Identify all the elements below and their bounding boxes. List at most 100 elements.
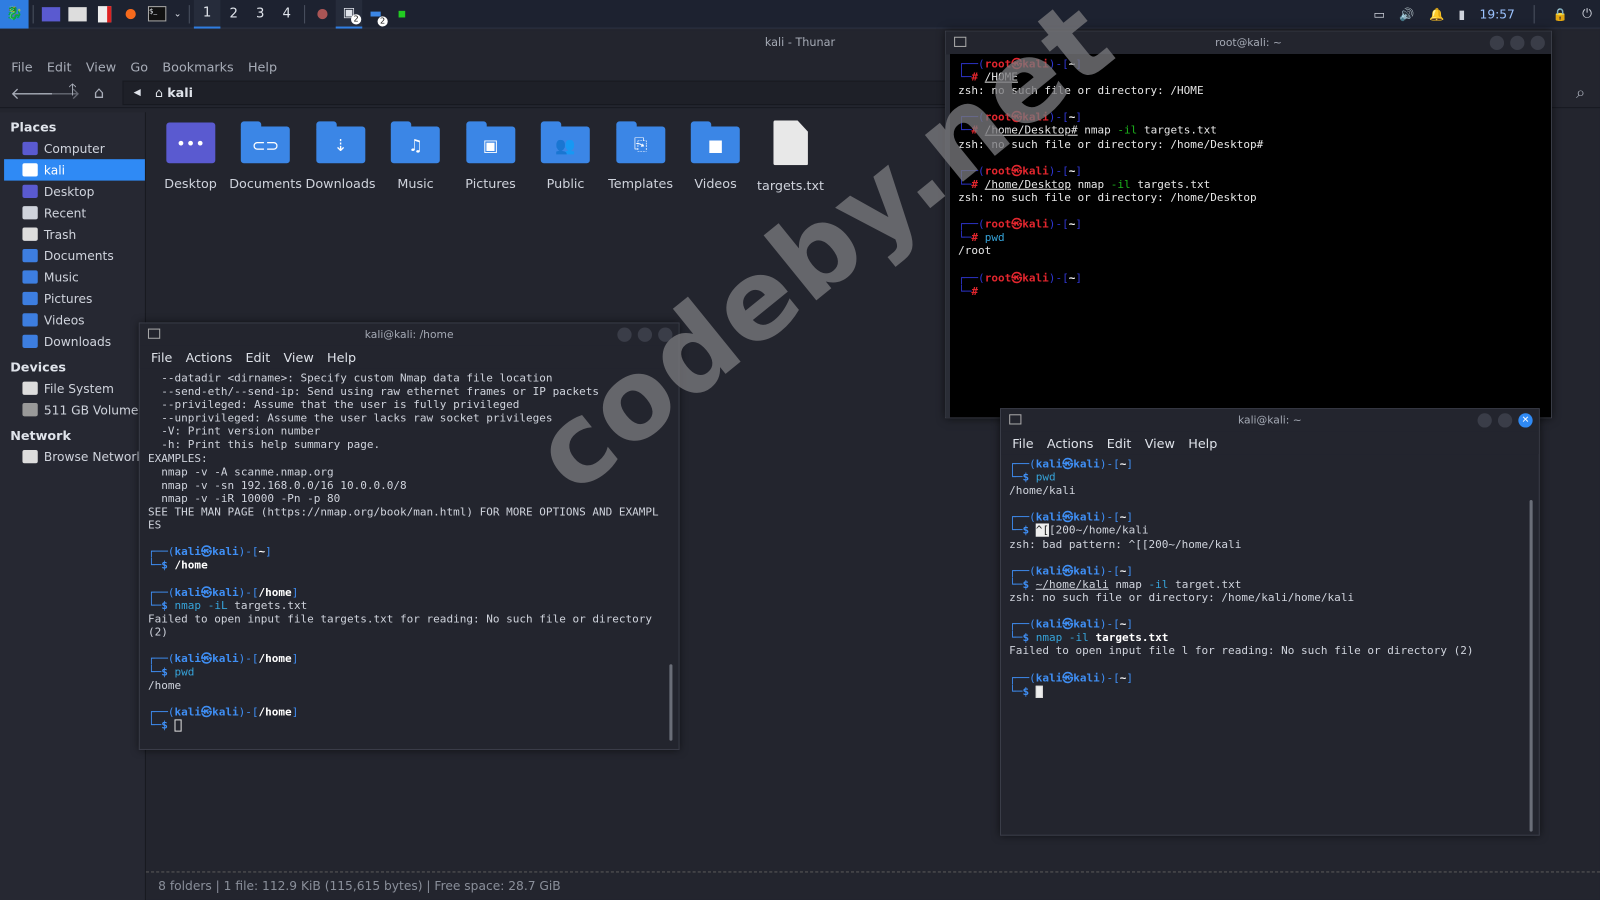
sidebar-item-desktop[interactable]: Desktop xyxy=(4,181,145,202)
menu-help[interactable]: Help xyxy=(1188,435,1217,450)
back-icon[interactable]: 🡐 xyxy=(10,82,54,102)
scrollbar[interactable] xyxy=(1529,499,1533,832)
sidebar-item-documents[interactable]: Documents xyxy=(4,245,145,266)
prompt-bracket: ┌──( xyxy=(1009,510,1036,524)
prompt-user: kali xyxy=(174,585,202,599)
menu-file[interactable]: File xyxy=(1012,435,1033,450)
terminal-task-icon[interactable]: ▣ 2 xyxy=(335,0,363,29)
prompt-host: kali xyxy=(212,585,239,599)
firefox-icon[interactable]: ● xyxy=(117,0,144,28)
menu-view[interactable]: View xyxy=(86,59,116,74)
close-button[interactable]: ✕ xyxy=(1518,413,1533,428)
command-line: └─$ pwd xyxy=(1009,471,1530,484)
file-item-videos[interactable]: ■ Videos xyxy=(678,120,753,192)
menu-file[interactable]: File xyxy=(11,59,32,74)
power-icon[interactable]: ⏻ xyxy=(1582,6,1592,21)
prompt-dir: ~ xyxy=(1119,510,1127,524)
sidebar-item-511-gb-volume[interactable]: 511 GB Volume xyxy=(4,399,145,420)
file-name: Desktop xyxy=(164,175,217,191)
sidebar-item-label: File System xyxy=(43,381,114,396)
text-editor-icon[interactable] xyxy=(91,0,118,28)
output-line: nmap -v -sn 192.168.0.0/16 10.0.0.0/8 xyxy=(147,478,407,492)
terminal-output[interactable]: ┌──(kali㉿kali)-[~] └─$ pwd/home/kali ┌──(k… xyxy=(1001,454,1539,835)
minimize-button[interactable] xyxy=(617,327,632,342)
menu-edit[interactable]: Edit xyxy=(47,59,72,74)
close-button[interactable] xyxy=(658,327,673,342)
sidebar-item-kali[interactable]: kali xyxy=(4,159,145,181)
workspace-4[interactable]: 4 xyxy=(273,0,300,28)
prompt-symbol: └─$ xyxy=(147,598,168,612)
sidebar-item-browse-network[interactable]: Browse Network xyxy=(4,446,145,467)
root-terminal-task-icon[interactable]: ▪ xyxy=(389,0,416,28)
command-line: └─# pwd xyxy=(958,231,1543,244)
prompt-bracket: )-[ xyxy=(1048,57,1069,71)
notification-bell-icon[interactable]: 🔔 xyxy=(1429,7,1444,21)
kali-menu-icon[interactable]: 🐉 xyxy=(0,0,29,29)
prompt-host: kali xyxy=(1022,110,1049,124)
prompt-symbol: └─# xyxy=(958,230,979,245)
menu-help[interactable]: Help xyxy=(327,349,356,364)
sidebar-item-music[interactable]: Music xyxy=(4,266,145,287)
file-item-music[interactable]: ♫ Music xyxy=(378,120,453,192)
firefox-task-icon[interactable]: ● xyxy=(309,0,336,28)
file-item-pictures[interactable]: ▣ Pictures xyxy=(453,120,528,192)
command-text: -il xyxy=(1148,577,1169,591)
file-item-desktop[interactable]: ••• Desktop xyxy=(153,120,228,192)
menu-edit[interactable]: Edit xyxy=(246,349,271,364)
battery-icon[interactable]: ▮ xyxy=(1459,7,1466,21)
sidebar-item-file-system[interactable]: File System xyxy=(4,378,145,399)
maximize-button[interactable] xyxy=(1510,35,1525,50)
maximize-button[interactable] xyxy=(637,327,653,342)
file-item-documents[interactable]: ⊂⊃ Documents xyxy=(228,120,303,192)
menu-actions[interactable]: Actions xyxy=(186,349,233,364)
sidebar-item-trash[interactable]: Trash xyxy=(4,223,145,244)
menu-actions[interactable]: Actions xyxy=(1047,435,1094,450)
minimize-button[interactable] xyxy=(1477,413,1492,428)
workspace-3[interactable]: 3 xyxy=(247,0,274,28)
forward-icon[interactable]: 🡒 xyxy=(37,82,81,102)
menu-bookmarks[interactable]: Bookmarks xyxy=(162,59,233,74)
file-item-public[interactable]: 👥 Public xyxy=(528,120,603,192)
home-icon[interactable]: ⌂ xyxy=(90,83,108,102)
display-icon[interactable]: ▭ xyxy=(1374,7,1386,21)
thunar-task-icon[interactable]: ▬ 2 xyxy=(362,0,389,28)
output-line: zsh: no such file or directory: /home/ka… xyxy=(1009,590,1355,605)
sidebar-item-pictures[interactable]: Pictures xyxy=(4,288,145,309)
menu-help[interactable]: Help xyxy=(248,59,277,74)
workspace-2[interactable]: 2 xyxy=(220,0,247,28)
lock-icon[interactable]: 🔒 xyxy=(1553,7,1568,21)
terminal-output[interactable]: --datadir <dirname>: Specify custom Nmap… xyxy=(140,368,679,749)
maximize-button[interactable] xyxy=(1497,413,1513,428)
sidebar-item-downloads[interactable]: Downloads xyxy=(4,331,145,352)
file-item-downloads[interactable]: ⇣ Downloads xyxy=(303,120,378,192)
menu-edit[interactable]: Edit xyxy=(1107,435,1132,450)
file-item-targets-txt[interactable]: targets.txt xyxy=(753,120,828,193)
file-manager-icon[interactable] xyxy=(64,0,91,28)
sidebar-item-label: Browse Network xyxy=(43,449,144,464)
menu-view[interactable]: View xyxy=(1145,435,1175,450)
kali-icon xyxy=(22,163,38,177)
menu-go[interactable]: Go xyxy=(130,59,148,74)
location-kali[interactable]: kali xyxy=(167,85,193,100)
show-desktop-icon[interactable] xyxy=(38,0,65,28)
terminal-output[interactable]: ┌──(root㉿kali)-[~] └─# /HOME zsh: no such … xyxy=(945,54,1552,418)
close-button[interactable] xyxy=(1530,35,1545,50)
menu-file[interactable]: File xyxy=(151,349,172,364)
scrollbar[interactable] xyxy=(669,664,673,741)
sidebar-item-computer[interactable]: Computer xyxy=(4,138,145,159)
chevron-down-icon[interactable]: ⌄ xyxy=(170,0,184,28)
prompt-bracket: ] xyxy=(291,705,299,719)
file-item-templates[interactable]: ⎘ Templates xyxy=(603,120,678,192)
workspace-1[interactable]: 1 xyxy=(193,0,221,29)
sidebar-item-videos[interactable]: Videos xyxy=(4,309,145,330)
clock[interactable]: 19:57 xyxy=(1480,7,1515,21)
chevron-left-icon[interactable]: ◀ xyxy=(123,87,150,97)
menu-view[interactable]: View xyxy=(283,349,313,364)
search-icon[interactable]: ⌕ xyxy=(1571,82,1589,102)
sidebar-item-recent[interactable]: Recent xyxy=(4,202,145,223)
terminal-icon[interactable]: $_ xyxy=(144,0,171,28)
prompt-bracket: ] xyxy=(291,652,299,666)
minimize-button[interactable] xyxy=(1489,35,1505,50)
volume-icon[interactable]: 🔊 xyxy=(1399,7,1414,21)
